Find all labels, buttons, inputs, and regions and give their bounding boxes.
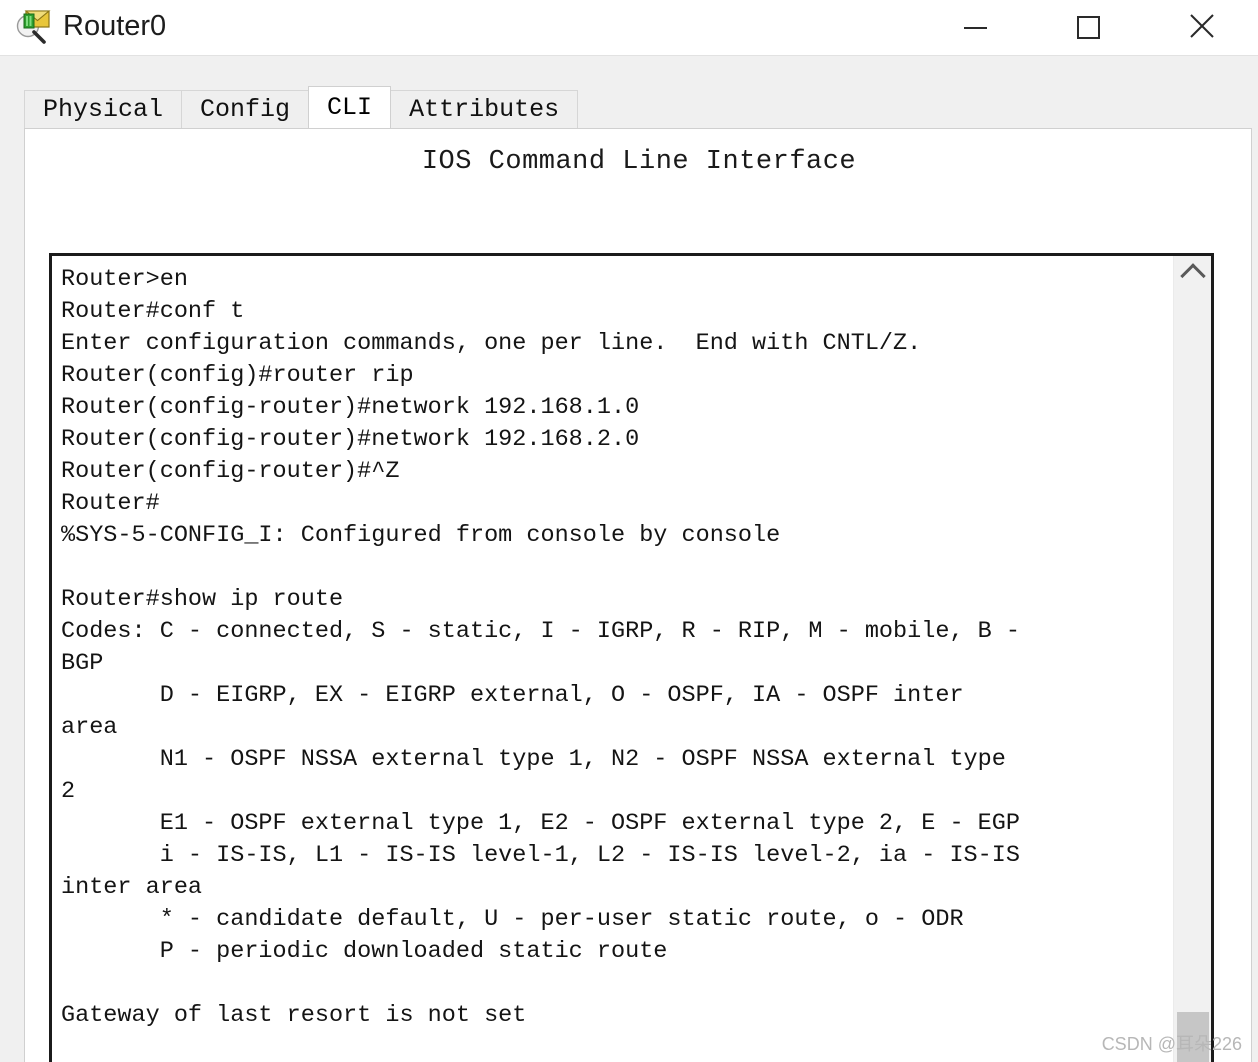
tab-physical-label: Physical	[43, 95, 164, 124]
terminal-line: Router(config)#router rip	[61, 362, 414, 389]
terminal-line: D - EIGRP, EX - EIGRP external, O - OSPF…	[61, 682, 964, 709]
window-controls	[919, 0, 1258, 55]
cli-heading: IOS Command Line Interface	[421, 147, 857, 177]
terminal-line: Gateway of last resort is not set	[61, 1002, 527, 1029]
tab-physical[interactable]: Physical	[24, 90, 183, 128]
terminal-output[interactable]: Router>en Router#conf t Enter configuratio…	[52, 256, 1173, 1062]
maximize-icon	[1077, 16, 1100, 39]
terminal-line: Router>en	[61, 266, 188, 293]
terminal-line: area	[61, 714, 118, 741]
terminal-scrollbar[interactable]	[1173, 256, 1211, 1062]
chevron-up-icon	[1180, 262, 1206, 289]
title-bar: Router0	[0, 0, 1258, 55]
router-properties-window: Router0 Physical Config CLI Attributes I…	[0, 0, 1258, 1062]
terminal-line: P - periodic downloaded static route	[61, 938, 668, 965]
tab-cli-label: CLI	[327, 93, 373, 122]
maximize-button[interactable]	[1032, 0, 1145, 55]
terminal-line: i - IS-IS, L1 - IS-IS level-1, L2 - IS-I…	[61, 842, 1020, 869]
terminal-line: BGP	[61, 650, 104, 677]
tab-attributes[interactable]: Attributes	[390, 90, 579, 128]
terminal-line: Enter configuration commands, one per li…	[61, 330, 922, 357]
window-client-area: Physical Config CLI Attributes IOS Comma…	[0, 55, 1258, 1062]
close-button[interactable]	[1145, 0, 1258, 55]
terminal-line: %SYS-5-CONFIG_I: Configured from console…	[61, 522, 781, 549]
terminal-line: Router(config-router)#network 192.168.1.…	[61, 394, 640, 421]
cli-panel: IOS Command Line Interface Router>en Rout…	[24, 128, 1252, 1062]
terminal-container: Router>en Router#conf t Enter configuratio…	[49, 253, 1214, 1062]
terminal-line: Router(config-router)#network 192.168.2.…	[61, 426, 640, 453]
minimize-icon	[964, 26, 987, 29]
terminal-line: N1 - OSPF NSSA external type 1, N2 - OSP…	[61, 746, 1006, 773]
tab-attributes-label: Attributes	[409, 95, 560, 124]
tab-bar: Physical Config CLI Attributes	[24, 86, 579, 128]
window-title: Router0	[63, 10, 167, 42]
scroll-up-button[interactable]	[1174, 256, 1211, 290]
terminal-line: 2	[61, 778, 76, 805]
terminal-line: * - candidate default, U - per-user stat…	[61, 906, 964, 933]
tab-config-label: Config	[200, 95, 291, 124]
minimize-button[interactable]	[919, 0, 1032, 55]
tab-config[interactable]: Config	[181, 90, 310, 128]
terminal-lines: Router>en Router#conf t Enter configuratio…	[61, 264, 1173, 1062]
tab-cli[interactable]: CLI	[308, 86, 392, 128]
scrollbar-thumb[interactable]	[1177, 1012, 1209, 1062]
packet-tracer-inspect-icon	[13, 5, 53, 45]
terminal-line: Router#conf t	[61, 298, 245, 325]
terminal-line: Router#show ip route	[61, 586, 344, 613]
close-icon	[1189, 13, 1215, 42]
terminal-line: inter area	[61, 874, 203, 901]
terminal-line: Router#	[61, 490, 160, 517]
terminal-line: Codes: C - connected, S - static, I - IG…	[61, 618, 1020, 645]
terminal-line: Router(config-router)#^Z	[61, 458, 400, 485]
terminal-line: E1 - OSPF external type 1, E2 - OSPF ext…	[61, 810, 1020, 837]
